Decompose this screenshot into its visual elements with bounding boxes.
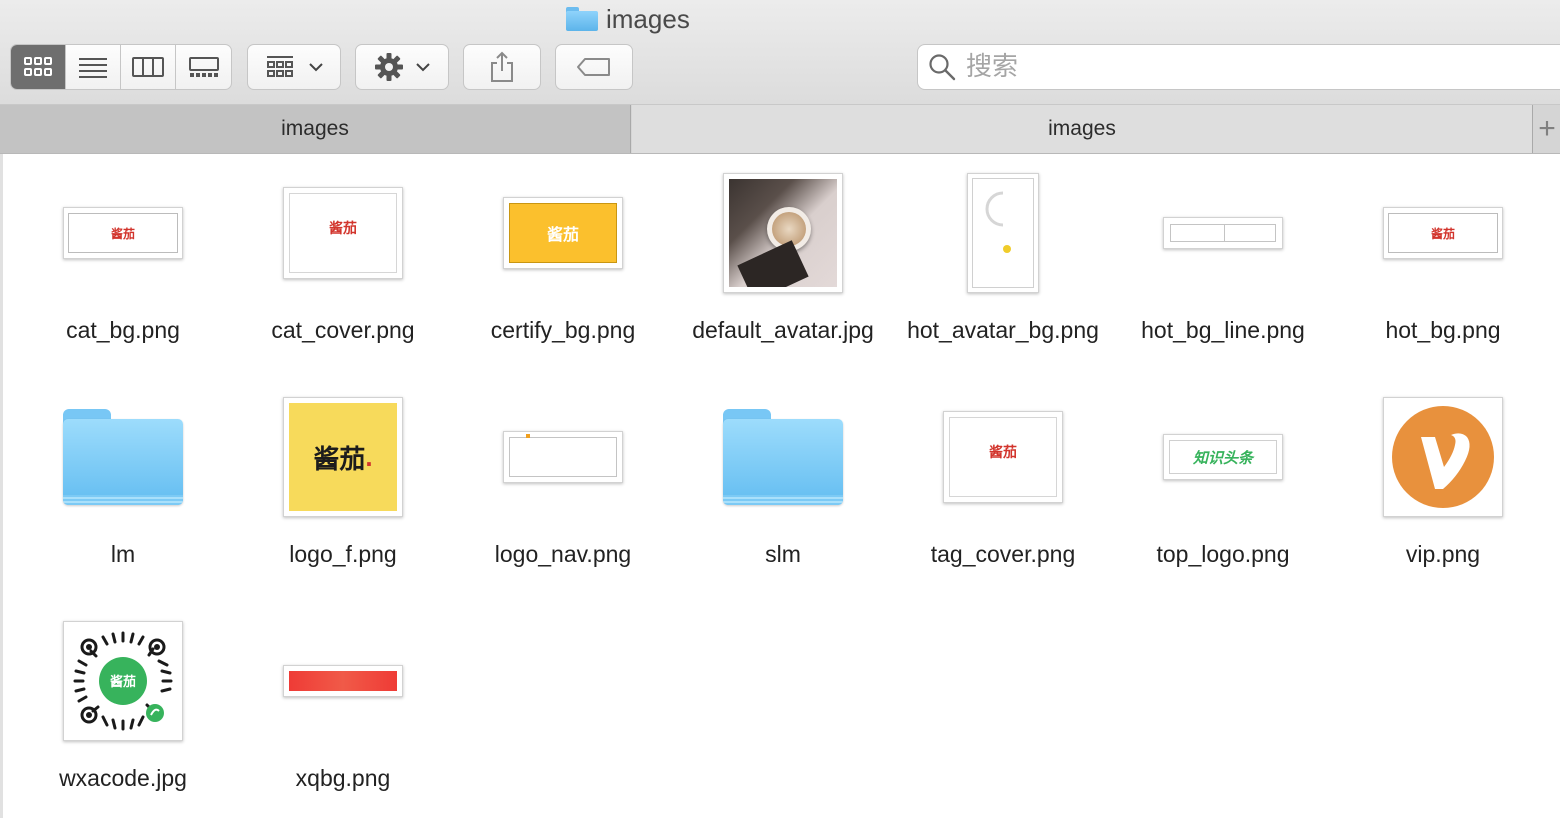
file-name: vip.png — [1405, 541, 1481, 567]
window-title-text: images — [606, 3, 690, 34]
tab-images-1[interactable]: images — [0, 105, 631, 153]
folder-item[interactable]: lm — [13, 382, 233, 571]
file-name: hot_bg_line.png — [1141, 317, 1305, 343]
file-name: tag_cover.png — [930, 541, 1076, 567]
folder-icon — [566, 7, 598, 31]
view-list-button[interactable] — [66, 45, 121, 89]
view-icons-button[interactable] — [11, 45, 66, 89]
file-thumbnail: 知识头条 — [1113, 382, 1333, 532]
view-mode-control — [10, 44, 232, 90]
folder-icon — [723, 409, 843, 505]
file-name: certify_bg.png — [490, 317, 636, 343]
file-thumbnail — [1333, 382, 1553, 532]
folder-thumbnail — [13, 382, 233, 532]
search-input[interactable] — [964, 51, 1528, 83]
folder-icon — [63, 409, 183, 505]
file-thumbnail: 酱茄 — [13, 606, 233, 756]
file-thumbnail — [453, 382, 673, 532]
view-gallery-button[interactable] — [176, 45, 231, 89]
file-name: default_avatar.jpg — [692, 317, 874, 343]
icon-grid-icon — [24, 57, 52, 76]
file-thumbnail — [673, 158, 893, 308]
file-item[interactable]: 酱茄. logo_f.png — [233, 382, 453, 571]
file-name: hot_bg.png — [1385, 317, 1501, 343]
file-item[interactable]: hot_bg_line.png — [1113, 158, 1333, 347]
folder-item[interactable]: slm — [673, 382, 893, 571]
window-title: images — [566, 2, 690, 36]
share-button[interactable] — [463, 44, 541, 90]
folder-thumbnail — [673, 382, 893, 532]
share-icon — [491, 51, 513, 82]
columns-icon — [132, 57, 164, 77]
file-name: xqbg.png — [295, 765, 391, 791]
file-name: slm — [765, 541, 801, 567]
action-menu-button[interactable] — [355, 44, 449, 90]
file-thumbnail: 酱茄 — [13, 158, 233, 308]
file-item[interactable]: 酱茄 wxacode.jpg — [13, 606, 233, 795]
file-thumbnail — [893, 158, 1113, 308]
file-name: lm — [110, 541, 136, 567]
file-name: cat_bg.png — [66, 317, 180, 343]
file-item[interactable]: 酱茄 tag_cover.png — [893, 382, 1113, 571]
file-thumbnail: 酱茄 — [233, 158, 453, 308]
file-name: top_logo.png — [1156, 541, 1290, 567]
file-thumbnail: 酱茄. — [233, 382, 453, 532]
gallery-icon — [188, 57, 219, 77]
file-thumbnail — [1113, 158, 1333, 308]
vip-logo-icon — [1392, 406, 1494, 508]
file-thumbnail — [233, 606, 453, 756]
plus-icon: + — [1538, 112, 1556, 145]
file-item[interactable]: xqbg.png — [233, 606, 453, 795]
group-by-button[interactable] — [247, 44, 341, 90]
file-item[interactable]: 知识头条 top_logo.png — [1113, 382, 1333, 571]
file-name: hot_avatar_bg.png — [907, 317, 1099, 343]
tab-images-2[interactable]: images — [632, 105, 1532, 153]
file-item[interactable]: 酱茄 hot_bg.png — [1333, 158, 1553, 347]
file-item[interactable]: 酱茄 cat_bg.png — [13, 158, 233, 347]
chevron-down-icon — [309, 63, 323, 72]
file-item[interactable]: vip.png — [1333, 382, 1553, 571]
file-thumbnail: 酱茄 — [1333, 158, 1553, 308]
file-name: logo_nav.png — [494, 541, 632, 567]
tab-bar: images images + — [0, 105, 1560, 154]
search-icon — [929, 54, 956, 81]
arrange-grid-icon — [267, 56, 293, 77]
list-icon — [79, 58, 107, 78]
search-field[interactable] — [917, 44, 1560, 90]
file-name: wxacode.jpg — [59, 765, 187, 791]
file-name: logo_f.png — [289, 541, 397, 567]
view-columns-button[interactable] — [121, 45, 176, 89]
gear-icon — [375, 53, 403, 81]
file-name: cat_cover.png — [271, 317, 415, 343]
file-thumbnail: 酱茄 — [893, 382, 1113, 532]
chevron-down-icon — [416, 63, 430, 72]
file-item[interactable]: hot_avatar_bg.png — [893, 158, 1113, 347]
file-grid: 酱茄 cat_bg.png 酱茄 cat_cover.png 酱茄 certif… — [0, 154, 1560, 818]
file-item[interactable]: logo_nav.png — [453, 382, 673, 571]
window-toolbar: images — [0, 0, 1560, 105]
file-item[interactable]: default_avatar.jpg — [673, 158, 893, 347]
edit-tags-button[interactable] — [555, 44, 633, 90]
file-thumbnail: 酱茄 — [453, 158, 673, 308]
file-item[interactable]: 酱茄 certify_bg.png — [453, 158, 673, 347]
new-tab-button[interactable]: + — [1532, 105, 1560, 153]
file-item[interactable]: 酱茄 cat_cover.png — [233, 158, 453, 347]
tag-icon — [577, 58, 610, 76]
